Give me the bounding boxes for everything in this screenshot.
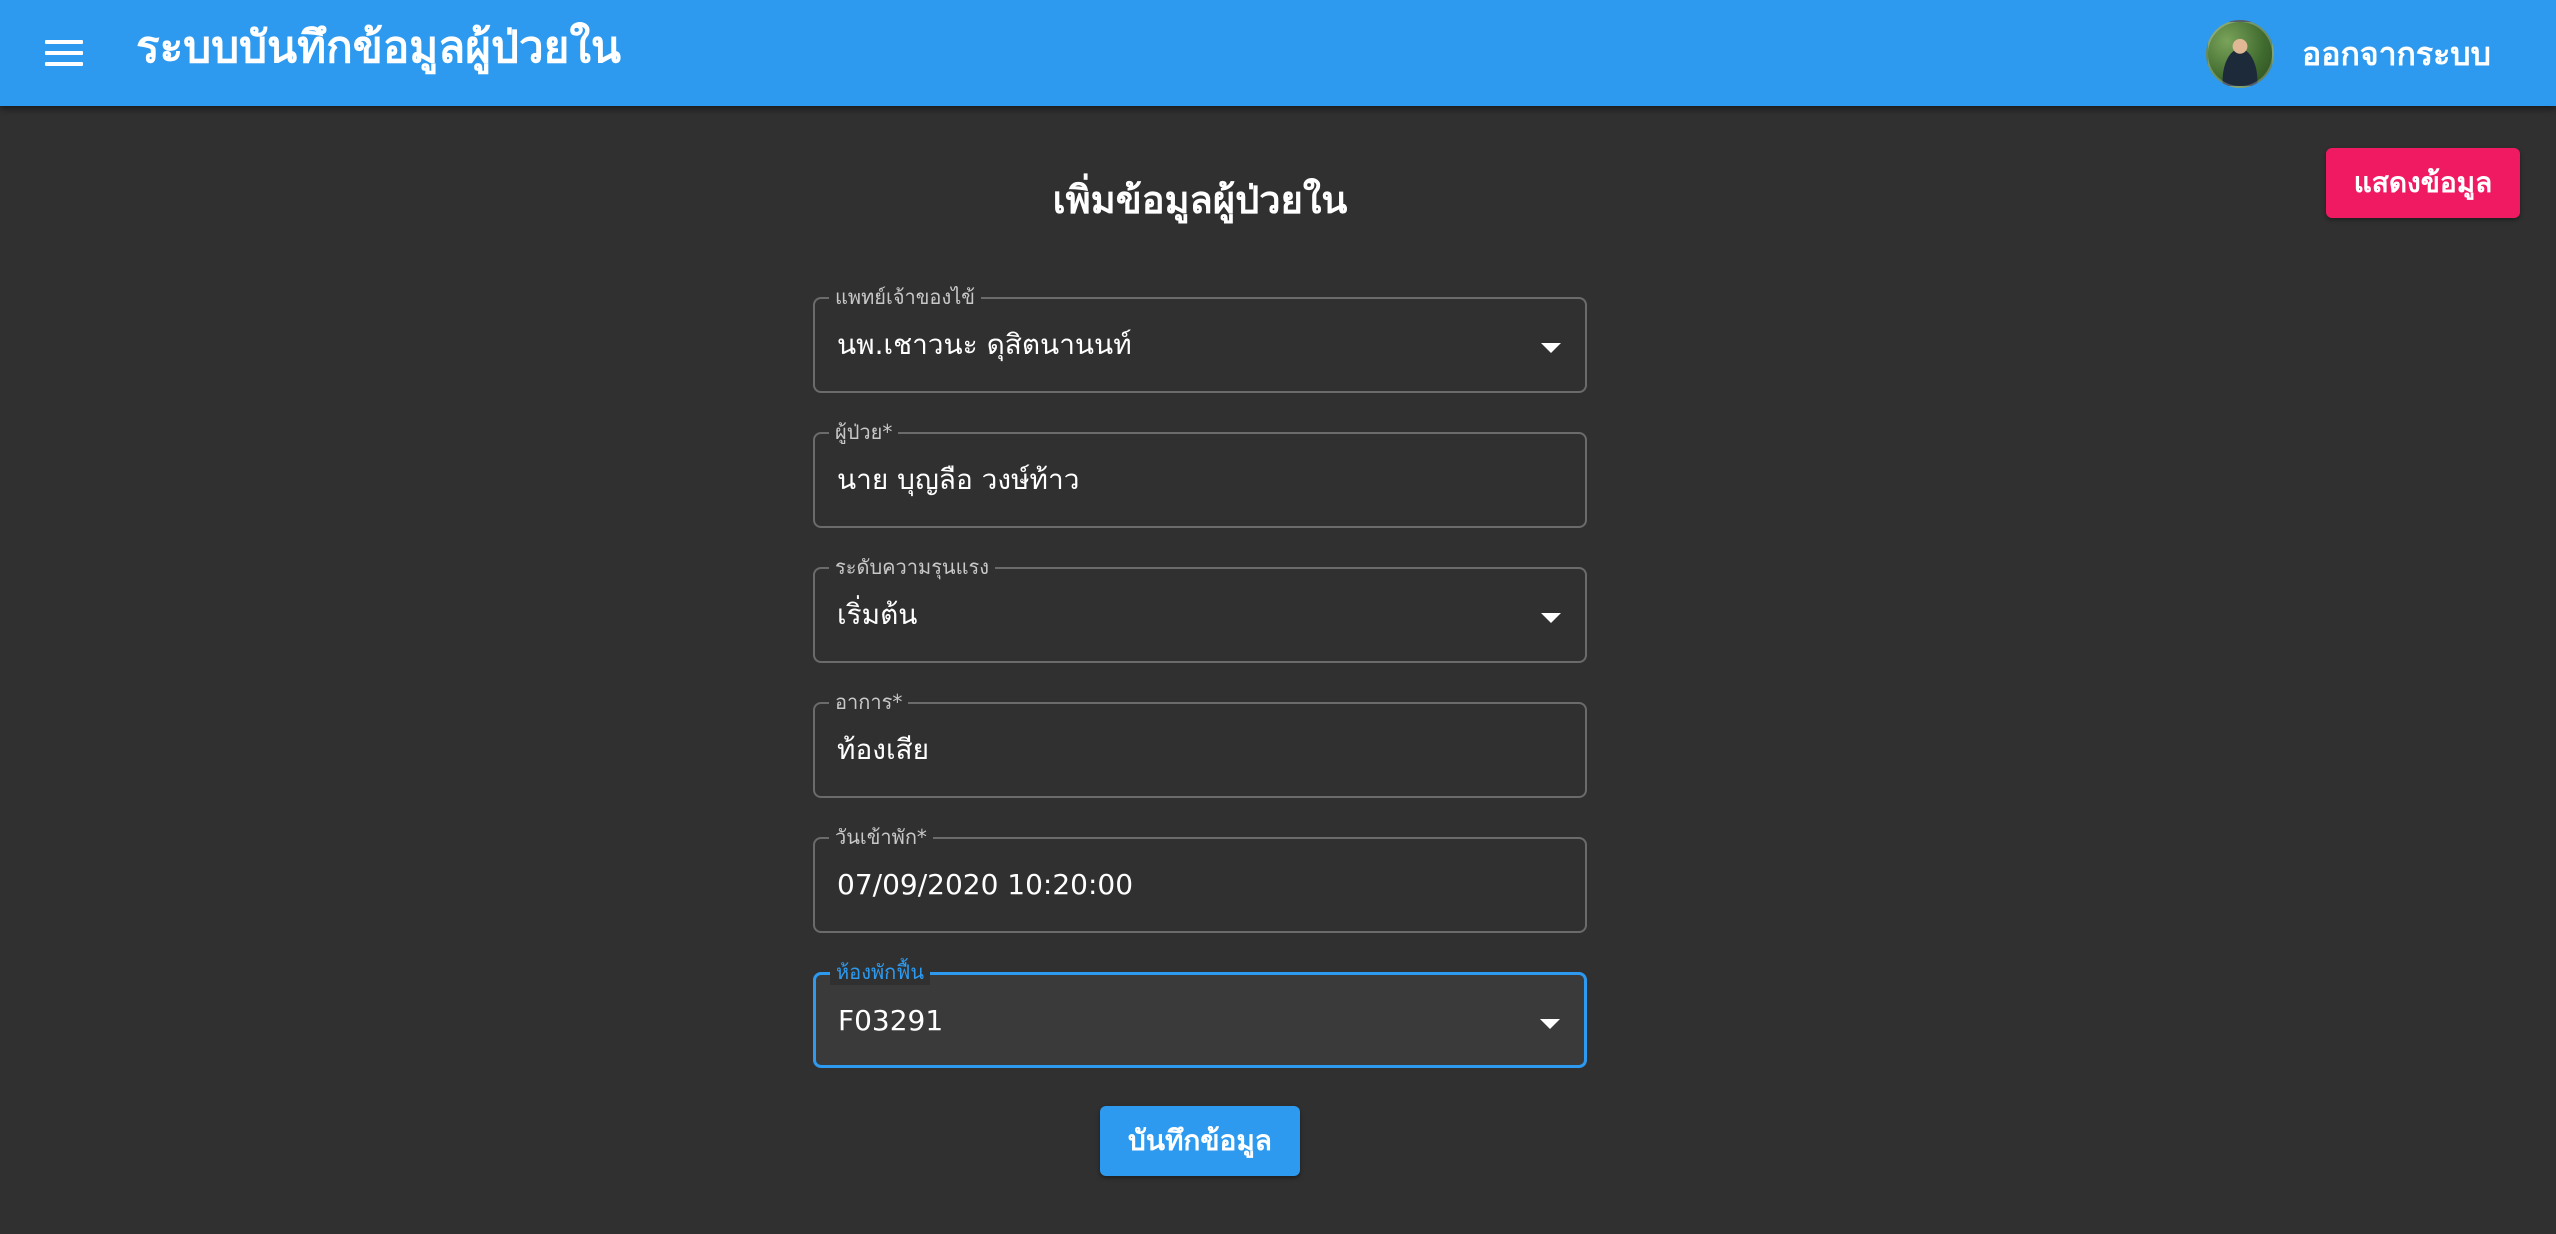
menu-icon[interactable] — [38, 27, 90, 79]
field-label: ระดับความรุนแรง — [829, 554, 996, 580]
field-value: ท้องเสีย — [837, 733, 930, 766]
attending-doctor-select[interactable]: แพทย์เจ้าของไข้ นพ.เชาวนะ ดุสิตนานนท์ — [813, 284, 1587, 393]
app-title: ระบบบันทึกข้อมูลผู้ป่วยใน — [136, 22, 622, 73]
field-label: วันเข้าพัก* — [829, 824, 933, 850]
logout-button[interactable]: ออกจากระบบ — [2290, 26, 2503, 82]
patient-input[interactable]: ผู้ป่วย* นาย บุญลือ วงษ์ท้าว — [813, 419, 1587, 528]
field-value: นาย บุญลือ วงษ์ท้าว — [837, 463, 1080, 496]
recovery-room-select[interactable]: ห้องพักฟื้น F03291 — [813, 959, 1587, 1068]
field-label: แพทย์เจ้าของไข้ — [829, 284, 981, 310]
menu-icon-bar — [45, 51, 83, 55]
form-title: เพิ่มข้อมูลผู้ป่วยใน — [1052, 178, 1348, 222]
severity-select[interactable]: ระดับความรุนแรง เริ่มต้น — [813, 554, 1587, 663]
menu-icon-bar — [45, 40, 83, 44]
field-label: ผู้ป่วย* — [829, 419, 899, 445]
symptom-input[interactable]: อาการ* ท้องเสีย — [813, 689, 1587, 798]
arrow-drop-down-icon[interactable] — [1540, 1019, 1560, 1029]
field-value: F03291 — [838, 1004, 944, 1037]
arrow-drop-down-icon[interactable] — [1541, 613, 1561, 623]
field-value: 07/09/2020 10:20:00 — [837, 868, 1134, 901]
arrow-drop-down-icon[interactable] — [1541, 343, 1561, 353]
app-bar: ระบบบันทึกข้อมูลผู้ป่วยใน ออกจากระบบ — [0, 0, 2556, 106]
field-value: เริ่มต้น — [837, 598, 918, 631]
field-label: ห้องพักฟื้น — [830, 959, 931, 985]
field-label: อาการ* — [829, 689, 909, 715]
save-button[interactable]: บันทึกข้อมูล — [1100, 1106, 1300, 1176]
field-value: นพ.เชาวนะ ดุสิตนานนท์ — [837, 328, 1132, 361]
menu-icon-bar — [45, 62, 83, 66]
admission-date-input[interactable]: วันเข้าพัก* 07/09/2020 10:20:00 — [813, 824, 1587, 933]
avatar[interactable] — [2206, 20, 2274, 88]
